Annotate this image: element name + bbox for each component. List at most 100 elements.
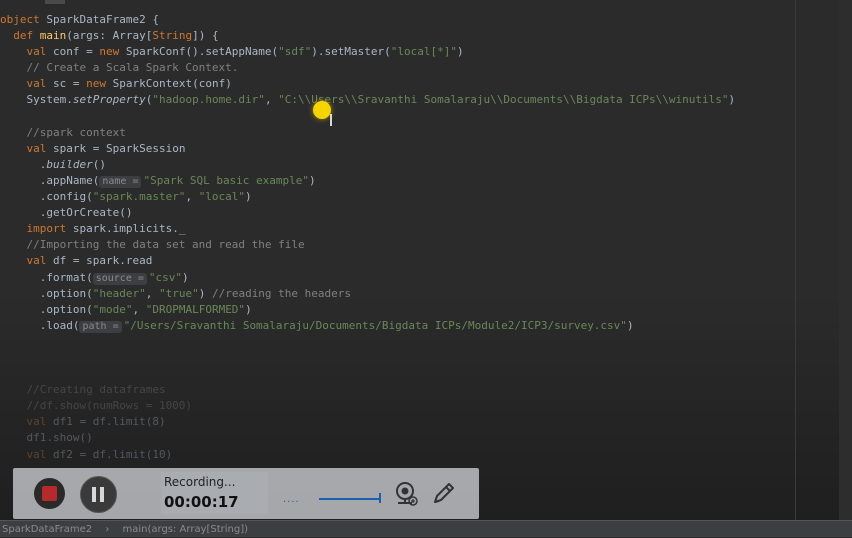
code-token: df = spark.read xyxy=(52,254,153,268)
code-line[interactable]: .option("header", "true") //reading the … xyxy=(0,286,852,302)
code-line[interactable]: val conf = new SparkConf().setAppName("s… xyxy=(0,44,852,60)
code-token: //spark context xyxy=(0,125,126,139)
code-line[interactable]: val df2 = df.limit(10) xyxy=(0,447,852,463)
webcam-icon[interactable] xyxy=(394,481,418,507)
code-line[interactable]: .option("mode", "DROPMALFORMED") xyxy=(0,302,852,318)
code-token: //Creating dataframes xyxy=(0,383,166,397)
code-token: df1 = df.limit(8) xyxy=(52,415,166,429)
code-line[interactable]: .getOrCreate() xyxy=(0,205,852,221)
parameter-hint: path = xyxy=(79,320,122,333)
code-line[interactable] xyxy=(0,109,852,125)
editor-tab-stub[interactable] xyxy=(45,0,65,4)
volume-slider[interactable] xyxy=(319,498,381,500)
parameter-hint: name = xyxy=(99,175,142,188)
code-line[interactable]: System.setProperty("hadoop.home.dir", "C… xyxy=(0,92,852,108)
code-editor[interactable]: object SparkDataFrame2 { def main(args: … xyxy=(0,0,852,537)
code-line[interactable] xyxy=(0,334,852,350)
pause-icon-bar xyxy=(100,487,104,502)
code-token: //df.show(numRows = 1000) xyxy=(0,399,193,413)
code-line[interactable]: .config("spark.master", "local") xyxy=(0,189,852,205)
code-token: .config( xyxy=(0,190,93,204)
code-line[interactable]: .load(path = "/Users/Sravanthi Somalaraju… xyxy=(0,318,852,334)
code-line[interactable]: import spark.implicits._ xyxy=(0,221,852,237)
right-margin-guide xyxy=(795,0,796,520)
code-line[interactable]: .format(source = "csv") xyxy=(0,270,852,286)
code-token: .option( xyxy=(0,302,93,316)
code-line[interactable]: .builder() xyxy=(0,157,852,173)
code-token: "spark.master" xyxy=(92,190,186,204)
breadcrumb-bar: SparkDataFrame2 › main(args: Array[Strin… xyxy=(0,520,852,537)
code-line[interactable]: val spark = SparkSession xyxy=(0,141,852,157)
editor-scrollbar[interactable] xyxy=(839,0,852,520)
code-line[interactable]: object SparkDataFrame2 { xyxy=(0,12,852,28)
text-cursor-ibeam xyxy=(330,114,332,126)
code-token: ]) { xyxy=(192,29,219,43)
code-token: setProperty xyxy=(72,93,146,107)
code-token: val xyxy=(0,77,53,91)
code-line[interactable] xyxy=(0,366,852,382)
code-token: df1.show() xyxy=(0,431,93,445)
code-token: , xyxy=(132,302,146,316)
code-token: .getOrCreate() xyxy=(0,206,133,220)
code-token: sc = xyxy=(52,77,87,91)
code-token: //Importing the data set and read the fi… xyxy=(0,238,305,252)
code-token: val xyxy=(0,254,53,268)
code-line[interactable]: df1.show() xyxy=(0,430,852,446)
code-token: val xyxy=(0,45,53,59)
code-area[interactable]: object SparkDataFrame2 { def main(args: … xyxy=(0,12,852,463)
code-token: "csv" xyxy=(148,270,183,284)
code-token: // Create a Scala Spark Context. xyxy=(0,61,239,75)
code-token: "local[*]" xyxy=(390,45,458,59)
code-token: val xyxy=(0,141,53,155)
code-token: "Spark SQL basic example" xyxy=(143,173,310,187)
code-token: String xyxy=(152,29,193,43)
recording-label: Recording... xyxy=(164,475,236,489)
code-token: "C:\\Users\\Sravanthi Somalaraju\\Docume… xyxy=(278,93,729,107)
breadcrumb-object[interactable]: SparkDataFrame2 xyxy=(2,524,92,535)
code-token: "/Users/Sravanthi Somalaraju/Documents/B… xyxy=(123,318,627,332)
code-token: ) xyxy=(626,318,634,332)
code-token: "true" xyxy=(158,286,199,300)
code-line[interactable] xyxy=(0,350,852,366)
code-token: spark = SparkSession xyxy=(52,141,186,155)
code-token: val xyxy=(0,447,53,461)
code-token: def xyxy=(0,29,40,43)
pen-icon[interactable] xyxy=(431,480,457,506)
code-line[interactable]: //df.show(numRows = 1000) xyxy=(0,398,852,414)
code-token: ) xyxy=(182,270,189,284)
pause-icon xyxy=(92,487,96,502)
code-token: . xyxy=(0,157,47,171)
breadcrumb-separator: › xyxy=(105,524,110,535)
code-token: "local" xyxy=(198,190,246,204)
code-line[interactable]: val sc = new SparkContext(conf) xyxy=(0,76,852,92)
code-line[interactable]: // Create a Scala Spark Context. xyxy=(0,60,852,76)
volume-slider-handle[interactable] xyxy=(379,493,381,503)
parameter-hint: source = xyxy=(92,272,147,285)
stop-icon xyxy=(42,486,57,501)
code-token: , xyxy=(264,93,279,107)
code-token: "DROPMALFORMED" xyxy=(145,302,246,316)
code-line[interactable]: val df = spark.read xyxy=(0,253,852,269)
code-token: "sdf" xyxy=(278,45,312,59)
breadcrumb-method[interactable]: main(args: Array[String]) xyxy=(123,524,249,535)
code-line[interactable]: val df1 = df.limit(8) xyxy=(0,414,852,430)
code-token: , xyxy=(185,190,199,204)
code-token: spark.implicits._ xyxy=(72,222,186,236)
pause-recording-button[interactable] xyxy=(80,476,117,513)
code-token: ) xyxy=(245,190,252,204)
code-token: val xyxy=(0,415,53,429)
code-line[interactable]: //Importing the data set and read the fi… xyxy=(0,237,852,253)
code-token: object xyxy=(0,13,47,26)
stop-recording-button[interactable] xyxy=(34,478,65,509)
code-token: main xyxy=(39,29,67,43)
code-line[interactable]: .appName(name = "Spark SQL basic example"… xyxy=(0,173,852,189)
code-token: .format( xyxy=(0,270,93,284)
code-token: ).setMaster( xyxy=(311,45,391,59)
code-token: ) xyxy=(309,173,316,187)
code-line[interactable]: def main(args: Array[String]) { xyxy=(0,28,852,44)
code-token: conf = xyxy=(52,45,100,59)
code-token: SparkContext(conf) xyxy=(112,77,232,91)
code-line[interactable]: //spark context xyxy=(0,125,852,141)
code-token: //reading the headers xyxy=(211,286,352,300)
code-line[interactable]: //Creating dataframes xyxy=(0,382,852,398)
